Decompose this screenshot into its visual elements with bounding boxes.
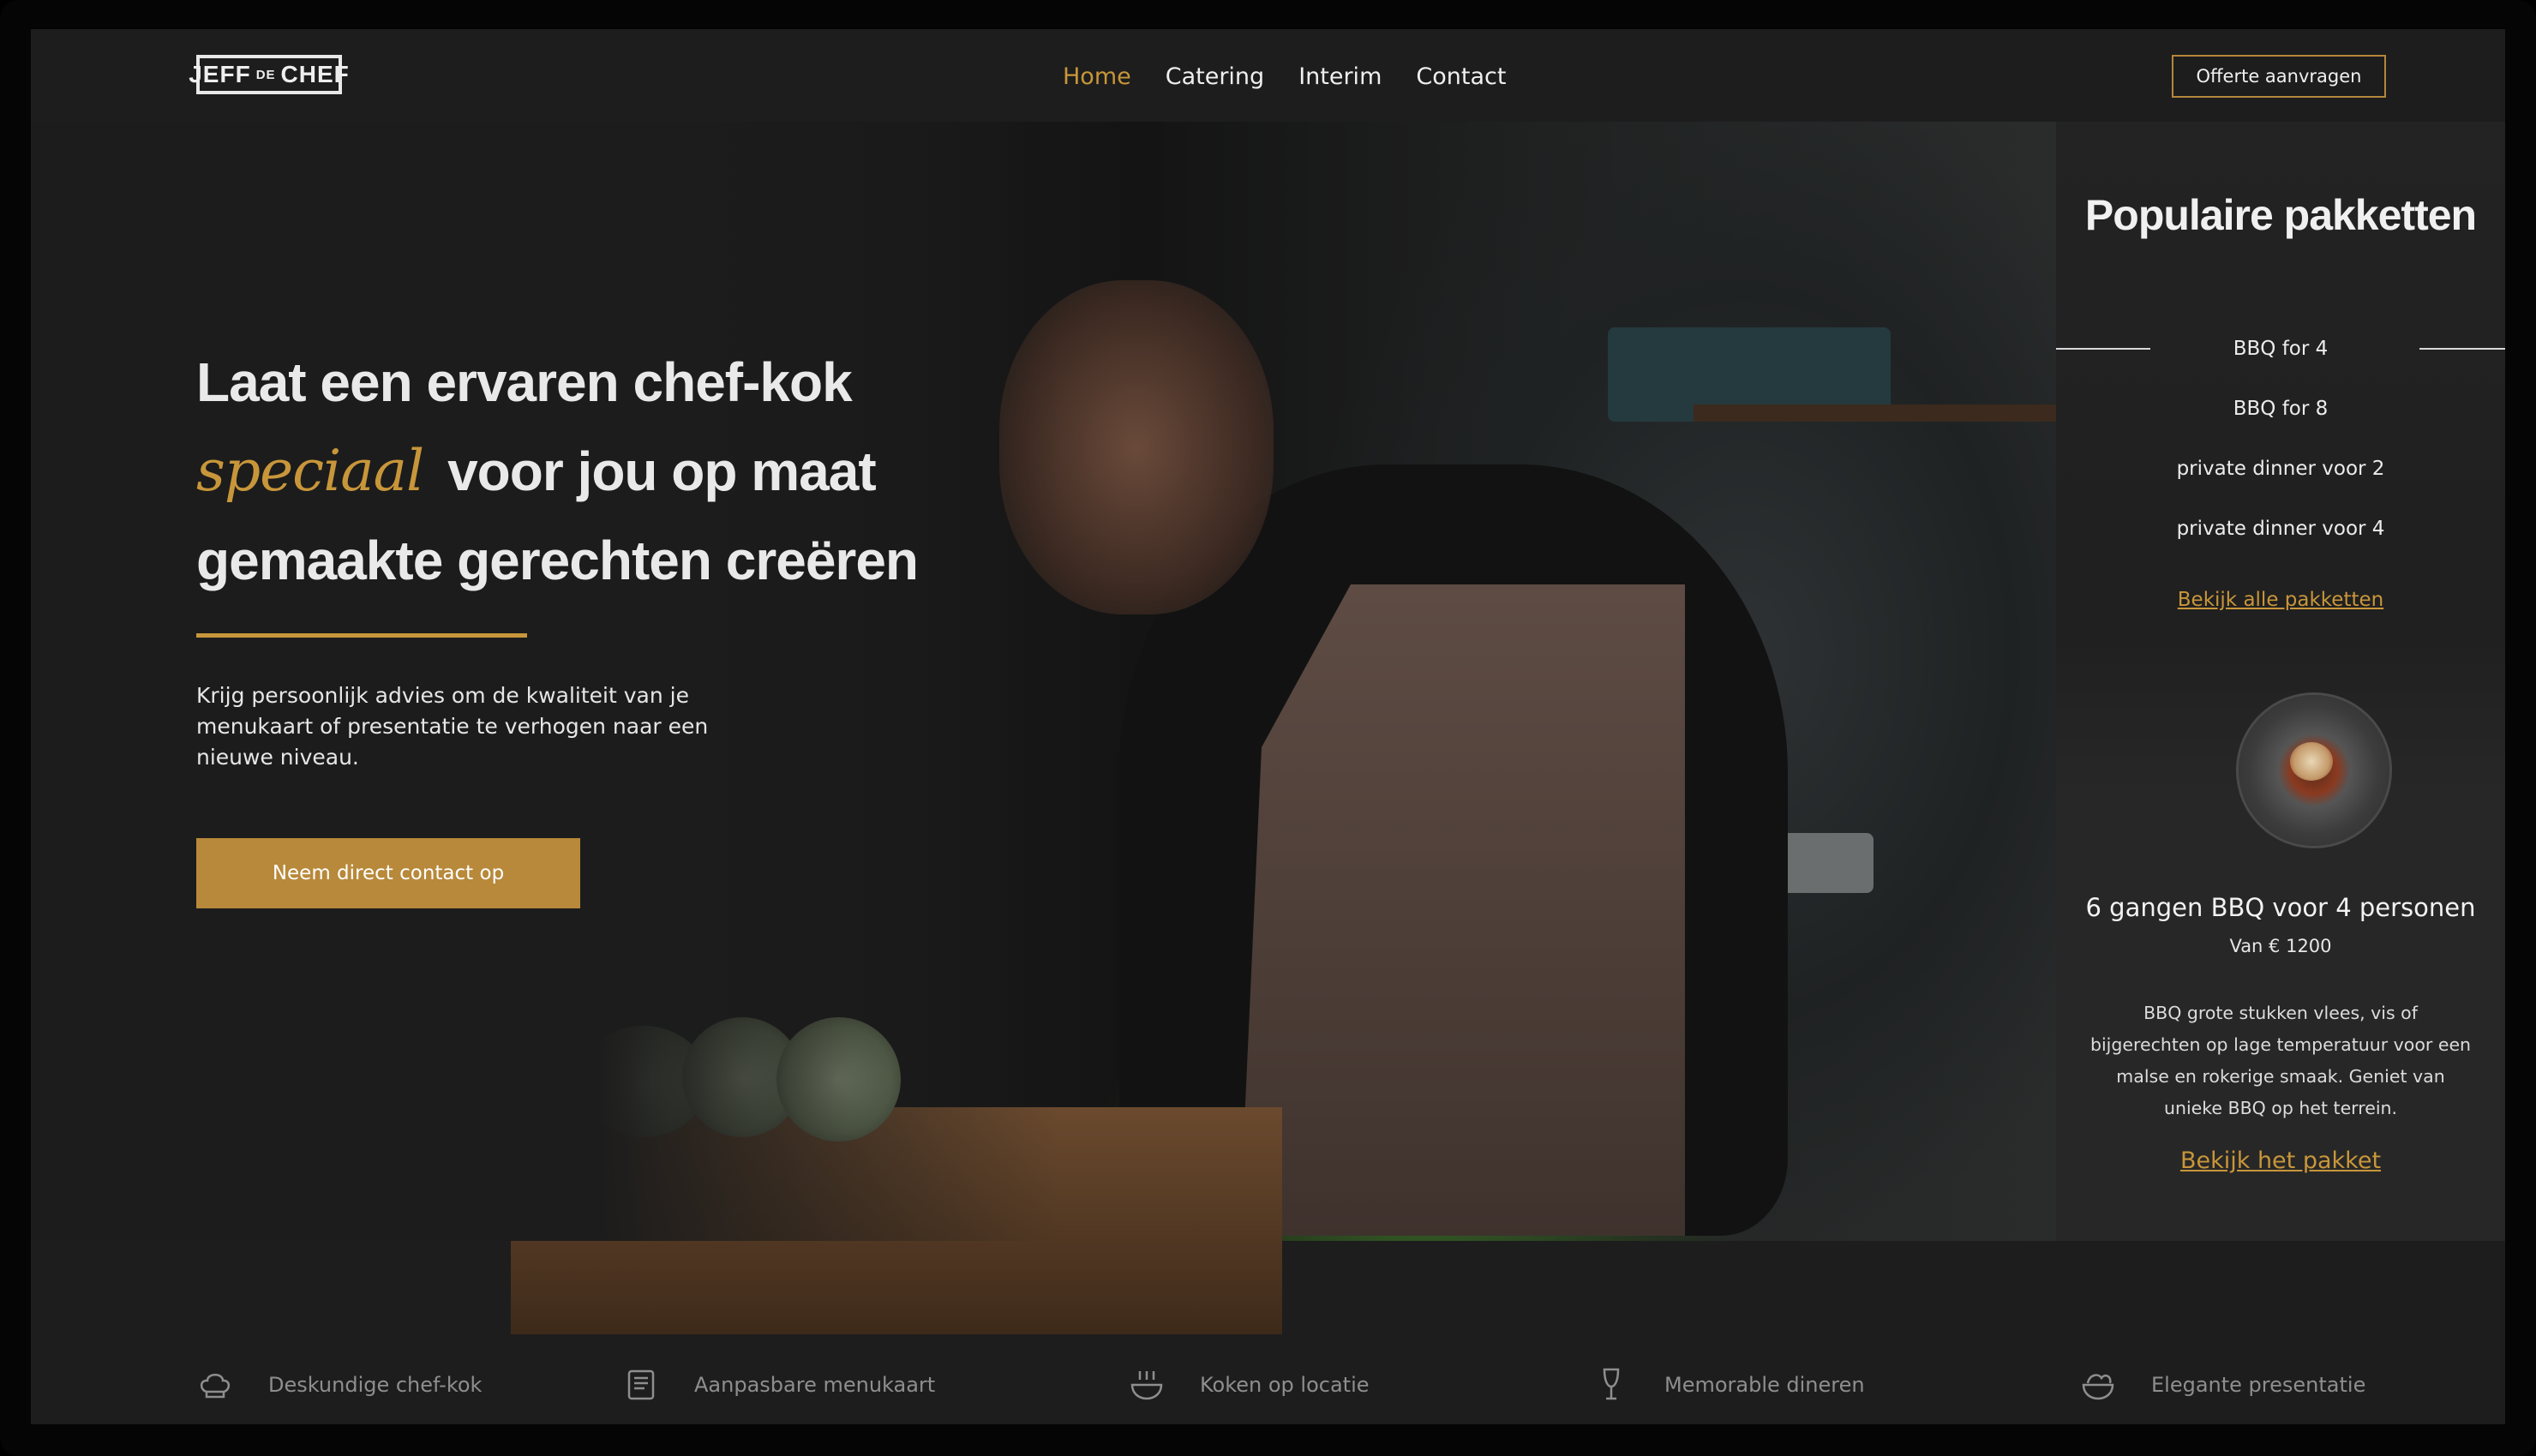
feature-item: Aanpasbare menukaart bbox=[622, 1366, 935, 1404]
contact-cta-button[interactable]: Neem direct contact op bbox=[196, 838, 580, 908]
headline-line-2-rest: voor jou op maat bbox=[447, 440, 877, 502]
view-package-link[interactable]: Bekijk het pakket bbox=[2056, 1147, 2505, 1174]
headline-line-3: gemaakte gerechten creëren bbox=[196, 530, 919, 591]
feature-item: Deskundige chef-kok bbox=[196, 1366, 482, 1404]
chef-apron bbox=[1239, 584, 1685, 1236]
wine-glass-icon bbox=[1603, 1368, 1620, 1400]
feature-label: Aanpasbare menukaart bbox=[694, 1373, 936, 1397]
package-list: BBQ for 4 BBQ for 8 private dinner voor … bbox=[2056, 332, 2505, 572]
chef-hat-icon bbox=[200, 1374, 231, 1399]
salad-bowl-icon bbox=[2082, 1374, 2114, 1400]
package-item-bbq-4[interactable]: BBQ for 4 bbox=[2056, 332, 2505, 392]
logo-text-chef: CHEF bbox=[280, 61, 350, 87]
main-nav: Home Catering Interim Contact bbox=[1063, 63, 1506, 90]
quote-request-button[interactable]: Offerte aanvragen bbox=[2172, 55, 2386, 98]
package-item-dinner-4[interactable]: private dinner voor 4 bbox=[2056, 512, 2505, 572]
steaming-bowl-icon bbox=[1130, 1371, 1163, 1400]
headline-line-1: Laat een ervaren chef-kok bbox=[196, 351, 853, 413]
featured-package-description: BBQ grote stukken vlees, vis of bijgerec… bbox=[2089, 1003, 2472, 1118]
feature-label: Memorable dineren bbox=[1664, 1373, 1865, 1397]
featured-package-title: 6 gangen BBQ voor 4 personen bbox=[2085, 893, 2476, 922]
feature-label: Elegante presentatie bbox=[2151, 1373, 2366, 1397]
all-packages-link[interactable]: Bekijk alle pakketten bbox=[2056, 589, 2505, 611]
package-item-bbq-8[interactable]: BBQ for 8 bbox=[2056, 392, 2505, 452]
package-item-dinner-2[interactable]: private dinner voor 2 bbox=[2056, 452, 2505, 512]
kitchen-shelf bbox=[1694, 404, 2056, 422]
logo-text-jeff: JEFF bbox=[189, 61, 251, 87]
accent-divider bbox=[196, 633, 527, 638]
nav-item-home[interactable]: Home bbox=[1063, 63, 1131, 90]
panel-title: Populaire pakketten bbox=[2084, 191, 2477, 239]
feature-item: Memorable dineren bbox=[1592, 1366, 1865, 1404]
nav-item-catering[interactable]: Catering bbox=[1166, 63, 1264, 90]
wall-outlet bbox=[1779, 833, 1874, 893]
device-frame: JEFF DE CHEF Home Catering Interim Conta… bbox=[0, 0, 2536, 1456]
logo-text-de: DE bbox=[255, 67, 276, 82]
menu-card-icon bbox=[627, 1369, 655, 1400]
headline-script-word: speciaal bbox=[196, 438, 424, 504]
nav-item-contact[interactable]: Contact bbox=[1416, 63, 1506, 90]
feature-item: Elegante presentatie bbox=[2079, 1366, 2365, 1404]
feature-label: Deskundige chef-kok bbox=[268, 1373, 483, 1397]
feature-item: Koken op locatie bbox=[1128, 1366, 1370, 1404]
hero-headline: Laat een ervaren chef-kok speciaal voor j… bbox=[196, 338, 968, 605]
hero-lead-text: Krijg persoonlijk advies om de kwaliteit… bbox=[196, 683, 709, 770]
nav-item-interim[interactable]: Interim bbox=[1298, 63, 1382, 90]
featured-dish-image bbox=[2239, 695, 2389, 846]
brand-logo[interactable]: JEFF DE CHEF bbox=[189, 55, 349, 94]
features-bar: Deskundige chef-kok Aanpasbare menukaart… bbox=[31, 1366, 2505, 1417]
headline-line-2: speciaal voor jou op maat bbox=[196, 427, 968, 516]
page: JEFF DE CHEF Home Catering Interim Conta… bbox=[31, 29, 2505, 1424]
feature-label: Koken op locatie bbox=[1200, 1373, 1370, 1397]
featured-package-price: Van € 1200 bbox=[2229, 936, 2332, 956]
